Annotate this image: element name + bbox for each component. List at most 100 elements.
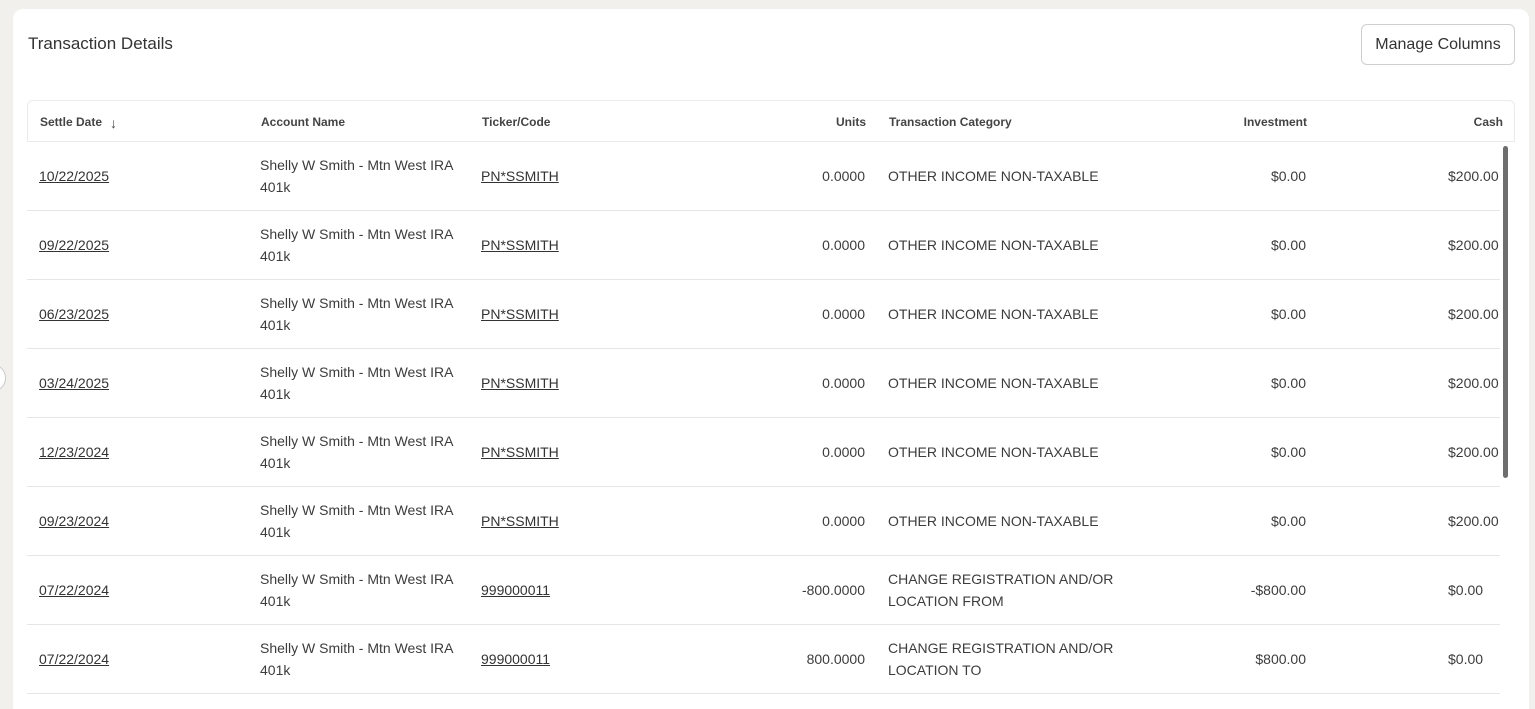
table-row[interactable]: 07/22/2024 Shelly W Smith - Mtn West IRA …	[27, 556, 1500, 625]
investment-cell: $0.00	[1107, 349, 1306, 417]
account-name-cell: Shelly W Smith - Mtn West IRA 401k	[260, 502, 453, 540]
account-name-cell: Shelly W Smith - Mtn West IRA 401k	[260, 556, 470, 624]
units-cell: 0.0000	[822, 513, 865, 529]
investment-cell: $800.00	[1255, 651, 1306, 667]
settle-date-link[interactable]: 07/22/2024	[39, 651, 109, 667]
table-row[interactable]: 12/23/2024 Shelly W Smith - Mtn West IRA …	[27, 418, 1500, 487]
ticker-link[interactable]: PN*SSMITH	[481, 306, 559, 322]
settle-date-link[interactable]: 12/23/2024	[39, 444, 109, 460]
settle-date-cell: 06/23/2025	[39, 280, 239, 348]
ticker-link[interactable]: PN*SSMITH	[481, 513, 559, 529]
ticker-cell: PN*SSMITH	[481, 349, 681, 417]
manage-columns-button[interactable]: Manage Columns	[1361, 24, 1515, 65]
column-header-ticker[interactable]: Ticker/Code	[482, 101, 550, 143]
account-name-cell: Shelly W Smith - Mtn West IRA 401k	[260, 364, 453, 402]
settle-date-link[interactable]: 06/23/2025	[39, 306, 109, 322]
cash-cell: $0.00	[1448, 582, 1484, 598]
column-header-settle-date[interactable]: Settle Date ↓	[40, 101, 117, 143]
transaction-details-panel: Transaction Details Manage Columns Settl…	[13, 9, 1529, 709]
ticker-link[interactable]: PN*SSMITH	[481, 375, 559, 391]
cash-cell: $200.00	[1327, 349, 1500, 417]
category-cell: OTHER INCOME NON-TAXABLE	[888, 306, 1099, 322]
settle-date-cell: 07/22/2024	[39, 625, 239, 693]
ticker-link[interactable]: PN*SSMITH	[481, 444, 559, 460]
cash-cell: $200.00	[1448, 237, 1499, 253]
cash-cell: $200.00	[1327, 487, 1500, 555]
investment-cell: $0.00	[1270, 375, 1306, 391]
ticker-link[interactable]: 999000011	[481, 582, 550, 598]
ticker-link[interactable]: 999000011	[481, 651, 550, 667]
table-row[interactable]: 07/22/2024 Shelly W Smith - Mtn West IRA …	[27, 625, 1500, 694]
investment-cell: $0.00	[1270, 306, 1306, 322]
account-name-cell: Shelly W Smith - Mtn West IRA 401k	[260, 433, 453, 471]
ticker-cell: PN*SSMITH	[481, 142, 681, 210]
settle-date-link[interactable]: 09/23/2024	[39, 513, 109, 529]
settle-date-cell: 03/24/2025	[39, 349, 239, 417]
investment-cell: $0.00	[1107, 418, 1306, 486]
settle-date-cell: 07/22/2024	[39, 556, 239, 624]
column-header-cash[interactable]: Cash	[1328, 101, 1503, 143]
category-cell: OTHER INCOME NON-TAXABLE	[888, 237, 1099, 253]
account-name-cell: Shelly W Smith - Mtn West IRA 401k	[260, 349, 470, 417]
cash-cell: $200.00	[1327, 211, 1500, 279]
column-header-account-name[interactable]: Account Name	[261, 101, 345, 143]
cash-cell: $200.00	[1448, 444, 1499, 460]
cash-cell: $0.00	[1448, 651, 1484, 667]
table-body: 10/22/2025 Shelly W Smith - Mtn West IRA …	[27, 142, 1500, 694]
vertical-scrollbar[interactable]	[1503, 146, 1508, 478]
ticker-cell: 999000011	[481, 625, 681, 693]
cash-cell: $200.00	[1448, 375, 1499, 391]
category-cell: OTHER INCOME NON-TAXABLE	[888, 513, 1099, 529]
investment-cell: -$800.00	[1250, 582, 1306, 598]
units-cell: -800.0000	[801, 582, 865, 598]
arrow-down-icon[interactable]: ↓	[110, 116, 117, 130]
column-header-investment[interactable]: Investment	[1108, 101, 1307, 143]
category-cell: OTHER INCOME NON-TAXABLE	[888, 375, 1099, 391]
units-cell: 0.0000	[667, 349, 865, 417]
settle-date-link[interactable]: 10/22/2025	[39, 168, 109, 184]
table-row[interactable]: 09/22/2025 Shelly W Smith - Mtn West IRA …	[27, 211, 1500, 280]
investment-cell: $0.00	[1270, 237, 1306, 253]
table-row[interactable]: 09/23/2024 Shelly W Smith - Mtn West IRA …	[27, 487, 1500, 556]
column-header-label: Settle Date	[40, 115, 103, 129]
settle-date-cell: 10/22/2025	[39, 142, 239, 210]
investment-cell: $0.00	[1107, 280, 1306, 348]
units-cell: 0.0000	[822, 306, 865, 322]
cash-cell: $200.00	[1327, 418, 1500, 486]
units-cell: 800.0000	[667, 625, 865, 693]
ticker-link[interactable]: PN*SSMITH	[481, 237, 559, 253]
column-header-units[interactable]: Units	[668, 101, 866, 143]
account-name-cell: Shelly W Smith - Mtn West IRA 401k	[260, 142, 470, 210]
investment-cell: $0.00	[1107, 487, 1306, 555]
table-row[interactable]: 03/24/2025 Shelly W Smith - Mtn West IRA …	[27, 349, 1500, 418]
settle-date-cell: 09/23/2024	[39, 487, 239, 555]
investment-cell: $0.00	[1270, 168, 1306, 184]
units-cell: 800.0000	[806, 651, 865, 667]
table-row[interactable]: 10/22/2025 Shelly W Smith - Mtn West IRA …	[27, 142, 1500, 211]
investment-cell: -$800.00	[1107, 556, 1306, 624]
account-name-cell: Shelly W Smith - Mtn West IRA 401k	[260, 571, 453, 609]
collapse-handle-icon[interactable]	[0, 364, 6, 392]
settle-date-link[interactable]: 03/24/2025	[39, 375, 109, 391]
units-cell: 0.0000	[822, 375, 865, 391]
units-cell: 0.0000	[667, 211, 865, 279]
account-name-cell: Shelly W Smith - Mtn West IRA 401k	[260, 625, 470, 693]
account-name-cell: Shelly W Smith - Mtn West IRA 401k	[260, 295, 453, 333]
account-name-cell: Shelly W Smith - Mtn West IRA 401k	[260, 640, 453, 678]
ticker-link[interactable]: PN*SSMITH	[481, 168, 559, 184]
units-cell: 0.0000	[822, 237, 865, 253]
table-row[interactable]: 06/23/2025 Shelly W Smith - Mtn West IRA …	[27, 280, 1500, 349]
category-cell: OTHER INCOME NON-TAXABLE	[888, 168, 1099, 184]
cash-cell: $200.00	[1448, 168, 1499, 184]
ticker-cell: 999000011	[481, 556, 681, 624]
units-cell: 0.0000	[667, 418, 865, 486]
cash-cell: $0.00	[1327, 625, 1500, 693]
account-name-cell: Shelly W Smith - Mtn West IRA 401k	[260, 211, 470, 279]
column-header-category[interactable]: Transaction Category	[889, 101, 1012, 143]
investment-cell: $0.00	[1270, 444, 1306, 460]
units-cell: 0.0000	[667, 142, 865, 210]
settle-date-link[interactable]: 07/22/2024	[39, 582, 109, 598]
panel-title: Transaction Details	[28, 34, 173, 53]
account-name-cell: Shelly W Smith - Mtn West IRA 401k	[260, 487, 470, 555]
settle-date-link[interactable]: 09/22/2025	[39, 237, 109, 253]
